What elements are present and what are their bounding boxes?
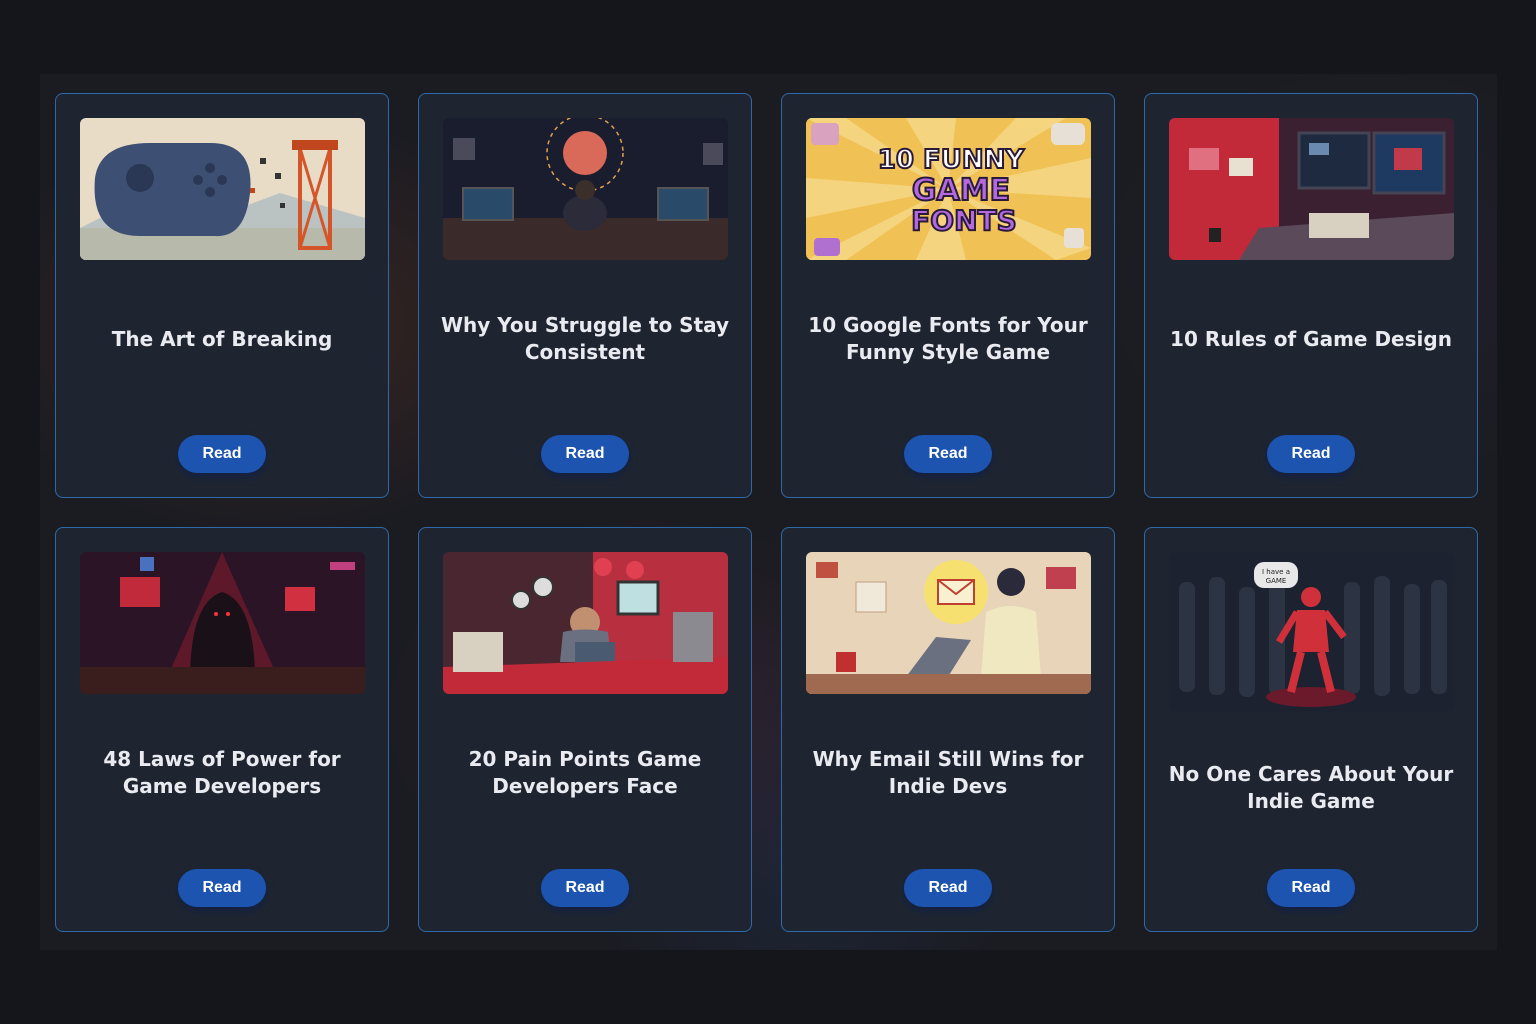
- svg-text:10 FUNNY: 10 FUNNY: [878, 145, 1026, 175]
- svg-text:GAME: GAME: [1266, 577, 1287, 585]
- read-button[interactable]: Read: [178, 869, 266, 907]
- article-thumbnail[interactable]: 10 FUNNY GAME FONTS: [806, 118, 1091, 260]
- article-title: 20 Pain Points Game Developers Face: [468, 747, 702, 798]
- svg-text:FONTS: FONTS: [911, 204, 1017, 237]
- article-card: Why You Struggle to Stay Consistent Read: [418, 93, 752, 498]
- article-card: Why Email Still Wins for Indie Devs Read: [781, 527, 1115, 932]
- article-title: Why Email Still Wins for Indie Devs: [812, 747, 1084, 798]
- article-thumbnail[interactable]: I have a GAME: [1169, 552, 1454, 712]
- article-title: No One Cares About Your Indie Game: [1168, 762, 1454, 813]
- article-card: The Art of Breaking Read: [55, 93, 389, 498]
- read-button[interactable]: Read: [904, 869, 992, 907]
- read-button[interactable]: Read: [541, 435, 629, 473]
- read-button[interactable]: Read: [904, 435, 992, 473]
- article-title: 10 Rules of Game Design: [1170, 326, 1452, 351]
- article-thumbnail[interactable]: [806, 552, 1091, 694]
- article-title: Why You Struggle to Stay Consistent: [440, 313, 730, 364]
- svg-text:GAME: GAME: [912, 173, 1010, 208]
- article-thumbnail[interactable]: [443, 118, 728, 260]
- svg-text:I have a: I have a: [1262, 568, 1290, 576]
- article-card: 10 FUNNY GAME FONTS 10 Google Fonts for …: [781, 93, 1115, 498]
- article-card: 20 Pain Points Game Developers Face Read: [418, 527, 752, 932]
- article-title: 10 Google Fonts for Your Funny Style Gam…: [808, 313, 1088, 364]
- read-button[interactable]: Read: [541, 869, 629, 907]
- article-title: 48 Laws of Power for Game Developers: [103, 747, 341, 798]
- read-button[interactable]: Read: [1267, 869, 1355, 907]
- article-title: The Art of Breaking: [111, 326, 333, 351]
- article-card: 10 Rules of Game Design Read: [1144, 93, 1478, 498]
- article-thumbnail[interactable]: [80, 118, 365, 260]
- article-card: I have a GAME No One Cares About Your In…: [1144, 527, 1478, 932]
- read-button[interactable]: Read: [1267, 435, 1355, 473]
- article-card: 48 Laws of Power for Game Developers Rea…: [55, 527, 389, 932]
- article-thumbnail[interactable]: [443, 552, 728, 694]
- read-button[interactable]: Read: [178, 435, 266, 473]
- article-thumbnail[interactable]: [80, 552, 365, 694]
- article-thumbnail[interactable]: [1169, 118, 1454, 260]
